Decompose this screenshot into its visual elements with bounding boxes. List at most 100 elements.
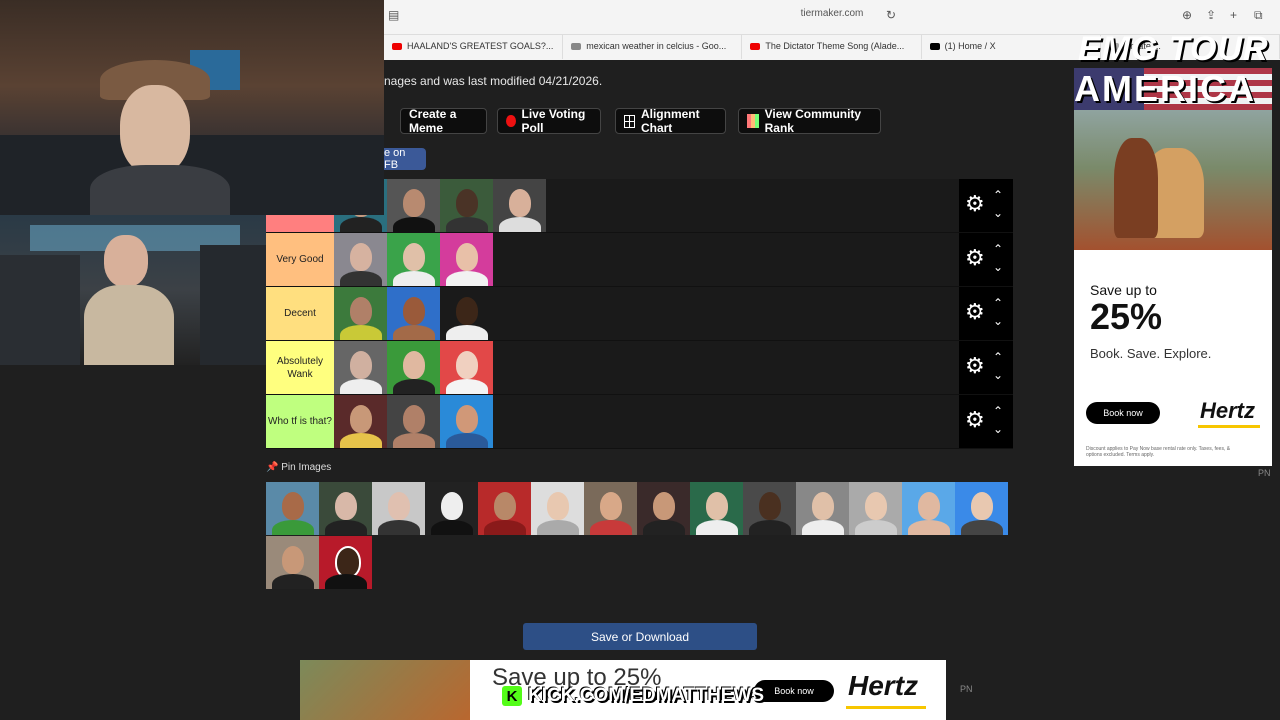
chevron-down-icon[interactable]: ⌄ <box>993 369 1003 381</box>
browser-tab[interactable]: HAALAND'S GREATEST GOALS?... <box>384 35 564 59</box>
tier-list: ⚙ ⌃ ⌄ Very Good ⚙ ⌃ ⌄ Decent ⚙ ⌃ ⌄ Absol… <box>266 179 1013 449</box>
pool-image[interactable] <box>372 482 425 535</box>
tier-items <box>334 287 493 340</box>
tier-item-image[interactable] <box>440 179 493 232</box>
live-voting-button[interactable]: Live Voting Poll <box>497 107 601 135</box>
tier-controls: ⚙ ⌃ ⌄ <box>959 233 1013 286</box>
image-pool <box>266 482 1013 590</box>
pin-images-label[interactable]: 📌 Pin Images <box>266 462 331 473</box>
tier-row: Absolutely Wank ⚙ ⌃ ⌄ <box>266 341 1013 395</box>
ad-book-button[interactable]: Book now <box>1086 402 1160 424</box>
chevron-down-icon[interactable]: ⌄ <box>993 261 1003 273</box>
streamer-face <box>120 85 190 175</box>
pool-image[interactable] <box>955 482 1008 535</box>
pool-image[interactable] <box>637 482 690 535</box>
tier-colors-icon <box>747 114 759 128</box>
gear-icon[interactable]: ⚙ <box>965 355 985 377</box>
pool-image[interactable] <box>743 482 796 535</box>
kick-url: KICK.COM/EDMATTHEWS <box>528 685 765 706</box>
left-passenger <box>0 255 80 365</box>
pool-image[interactable] <box>319 482 372 535</box>
tier-item-image[interactable] <box>440 287 493 340</box>
tier-item-image[interactable] <box>334 341 387 394</box>
pool-image[interactable] <box>690 482 743 535</box>
gear-icon[interactable]: ⚙ <box>965 193 985 215</box>
ad-tagline: Book. Save. Explore. <box>1090 346 1212 361</box>
tier-label[interactable]: Absolutely Wank <box>266 341 334 394</box>
tier-item-image[interactable] <box>440 395 493 448</box>
chevron-down-icon[interactable]: ⌄ <box>993 315 1003 327</box>
address-bar[interactable]: tiermaker.com <box>384 8 1280 19</box>
x-icon <box>929 43 940 51</box>
tour-subtitle: AMERICA <box>1074 68 1256 109</box>
alignment-chart-button[interactable]: Alignment Chart <box>615 107 726 135</box>
ad-headline-big: 25% <box>1090 296 1163 337</box>
browser-tab[interactable]: The Dictator Theme Song (Alade... <box>742 35 922 59</box>
new-tab-icon[interactable]: + <box>1230 8 1237 22</box>
gear-icon[interactable]: ⚙ <box>965 247 985 269</box>
youtube-icon <box>750 43 761 51</box>
create-meme-button[interactable]: Create a Meme <box>400 107 487 135</box>
pool-image[interactable] <box>902 482 955 535</box>
bottom-ad-pn-label: PN <box>960 684 973 694</box>
pool-image[interactable] <box>796 482 849 535</box>
tier-controls: ⚙ ⌃ ⌄ <box>959 395 1013 448</box>
grid-icon <box>624 114 635 128</box>
tier-item-image[interactable] <box>493 179 546 232</box>
save-download-button[interactable]: Save or Download <box>523 623 757 650</box>
pool-image[interactable] <box>425 482 478 535</box>
chevron-down-icon[interactable]: ⌄ <box>993 207 1003 219</box>
right-passenger <box>200 245 266 365</box>
tier-item-image[interactable] <box>387 233 440 286</box>
chevron-up-icon[interactable]: ⌃ <box>993 297 1003 309</box>
chevron-up-icon[interactable]: ⌃ <box>993 351 1003 363</box>
google-icon <box>571 43 582 51</box>
share-facebook-button[interactable]: e on FB <box>384 147 426 171</box>
gear-icon[interactable]: ⚙ <box>965 409 985 431</box>
pool-image[interactable] <box>584 482 637 535</box>
tier-label[interactable]: Decent <box>266 287 334 340</box>
list-info-text: nages and was last modified 04/21/2026. <box>384 74 603 88</box>
tab-overview-icon[interactable]: ⧉ <box>1254 8 1263 23</box>
record-dot-icon <box>506 115 516 127</box>
chevron-up-icon[interactable]: ⌃ <box>993 405 1003 417</box>
tier-item-image[interactable] <box>334 287 387 340</box>
bottom-ad-photo <box>300 660 470 720</box>
browser-tab[interactable]: mexican weather in celcius - Goo... <box>563 35 743 59</box>
tier-label[interactable]: Very Good <box>266 233 334 286</box>
tier-controls: ⚙ ⌃ ⌄ <box>959 341 1013 394</box>
chevron-up-icon[interactable]: ⌃ <box>993 189 1003 201</box>
gear-icon[interactable]: ⚙ <box>965 301 985 323</box>
pool-image[interactable] <box>319 536 372 589</box>
share-icon[interactable]: ⇪ <box>1206 8 1216 22</box>
tier-item-image[interactable] <box>440 233 493 286</box>
pool-image[interactable] <box>478 482 531 535</box>
download-icon[interactable]: ⊕ <box>1182 8 1192 22</box>
bottom-hertz-logo-bar <box>846 706 926 709</box>
hertz-logo: Hertz <box>1200 398 1256 423</box>
tier-items <box>334 233 493 286</box>
tier-item-image[interactable] <box>334 233 387 286</box>
tier-item-image[interactable] <box>387 287 440 340</box>
chevron-up-icon[interactable]: ⌃ <box>993 243 1003 255</box>
pool-image[interactable] <box>266 536 319 589</box>
webcam-car <box>0 215 266 365</box>
chevron-down-icon[interactable]: ⌄ <box>993 423 1003 435</box>
tier-items <box>334 341 493 394</box>
pool-image[interactable] <box>531 482 584 535</box>
tier-label[interactable]: Who tf is that? <box>266 395 334 448</box>
tour-title: EMG TOUR <box>1078 30 1269 68</box>
hertz-ad[interactable]: Save up to 25% Book. Save. Explore. Book… <box>1074 68 1272 466</box>
browser-tab[interactable]: (1) Home / X <box>922 35 1101 59</box>
pool-image[interactable] <box>849 482 902 535</box>
community-rank-button[interactable]: View Community Rank <box>738 107 881 135</box>
tier-item-image[interactable] <box>334 395 387 448</box>
reload-icon[interactable]: ↻ <box>886 8 896 22</box>
tier-item-image[interactable] <box>387 395 440 448</box>
tier-item-image[interactable] <box>387 179 440 232</box>
bottom-ad-book-button[interactable]: Book now <box>754 680 834 702</box>
tier-item-image[interactable] <box>440 341 493 394</box>
tier-item-image[interactable] <box>387 341 440 394</box>
pool-image[interactable] <box>266 482 319 535</box>
hertz-logo-bar <box>1198 425 1260 428</box>
